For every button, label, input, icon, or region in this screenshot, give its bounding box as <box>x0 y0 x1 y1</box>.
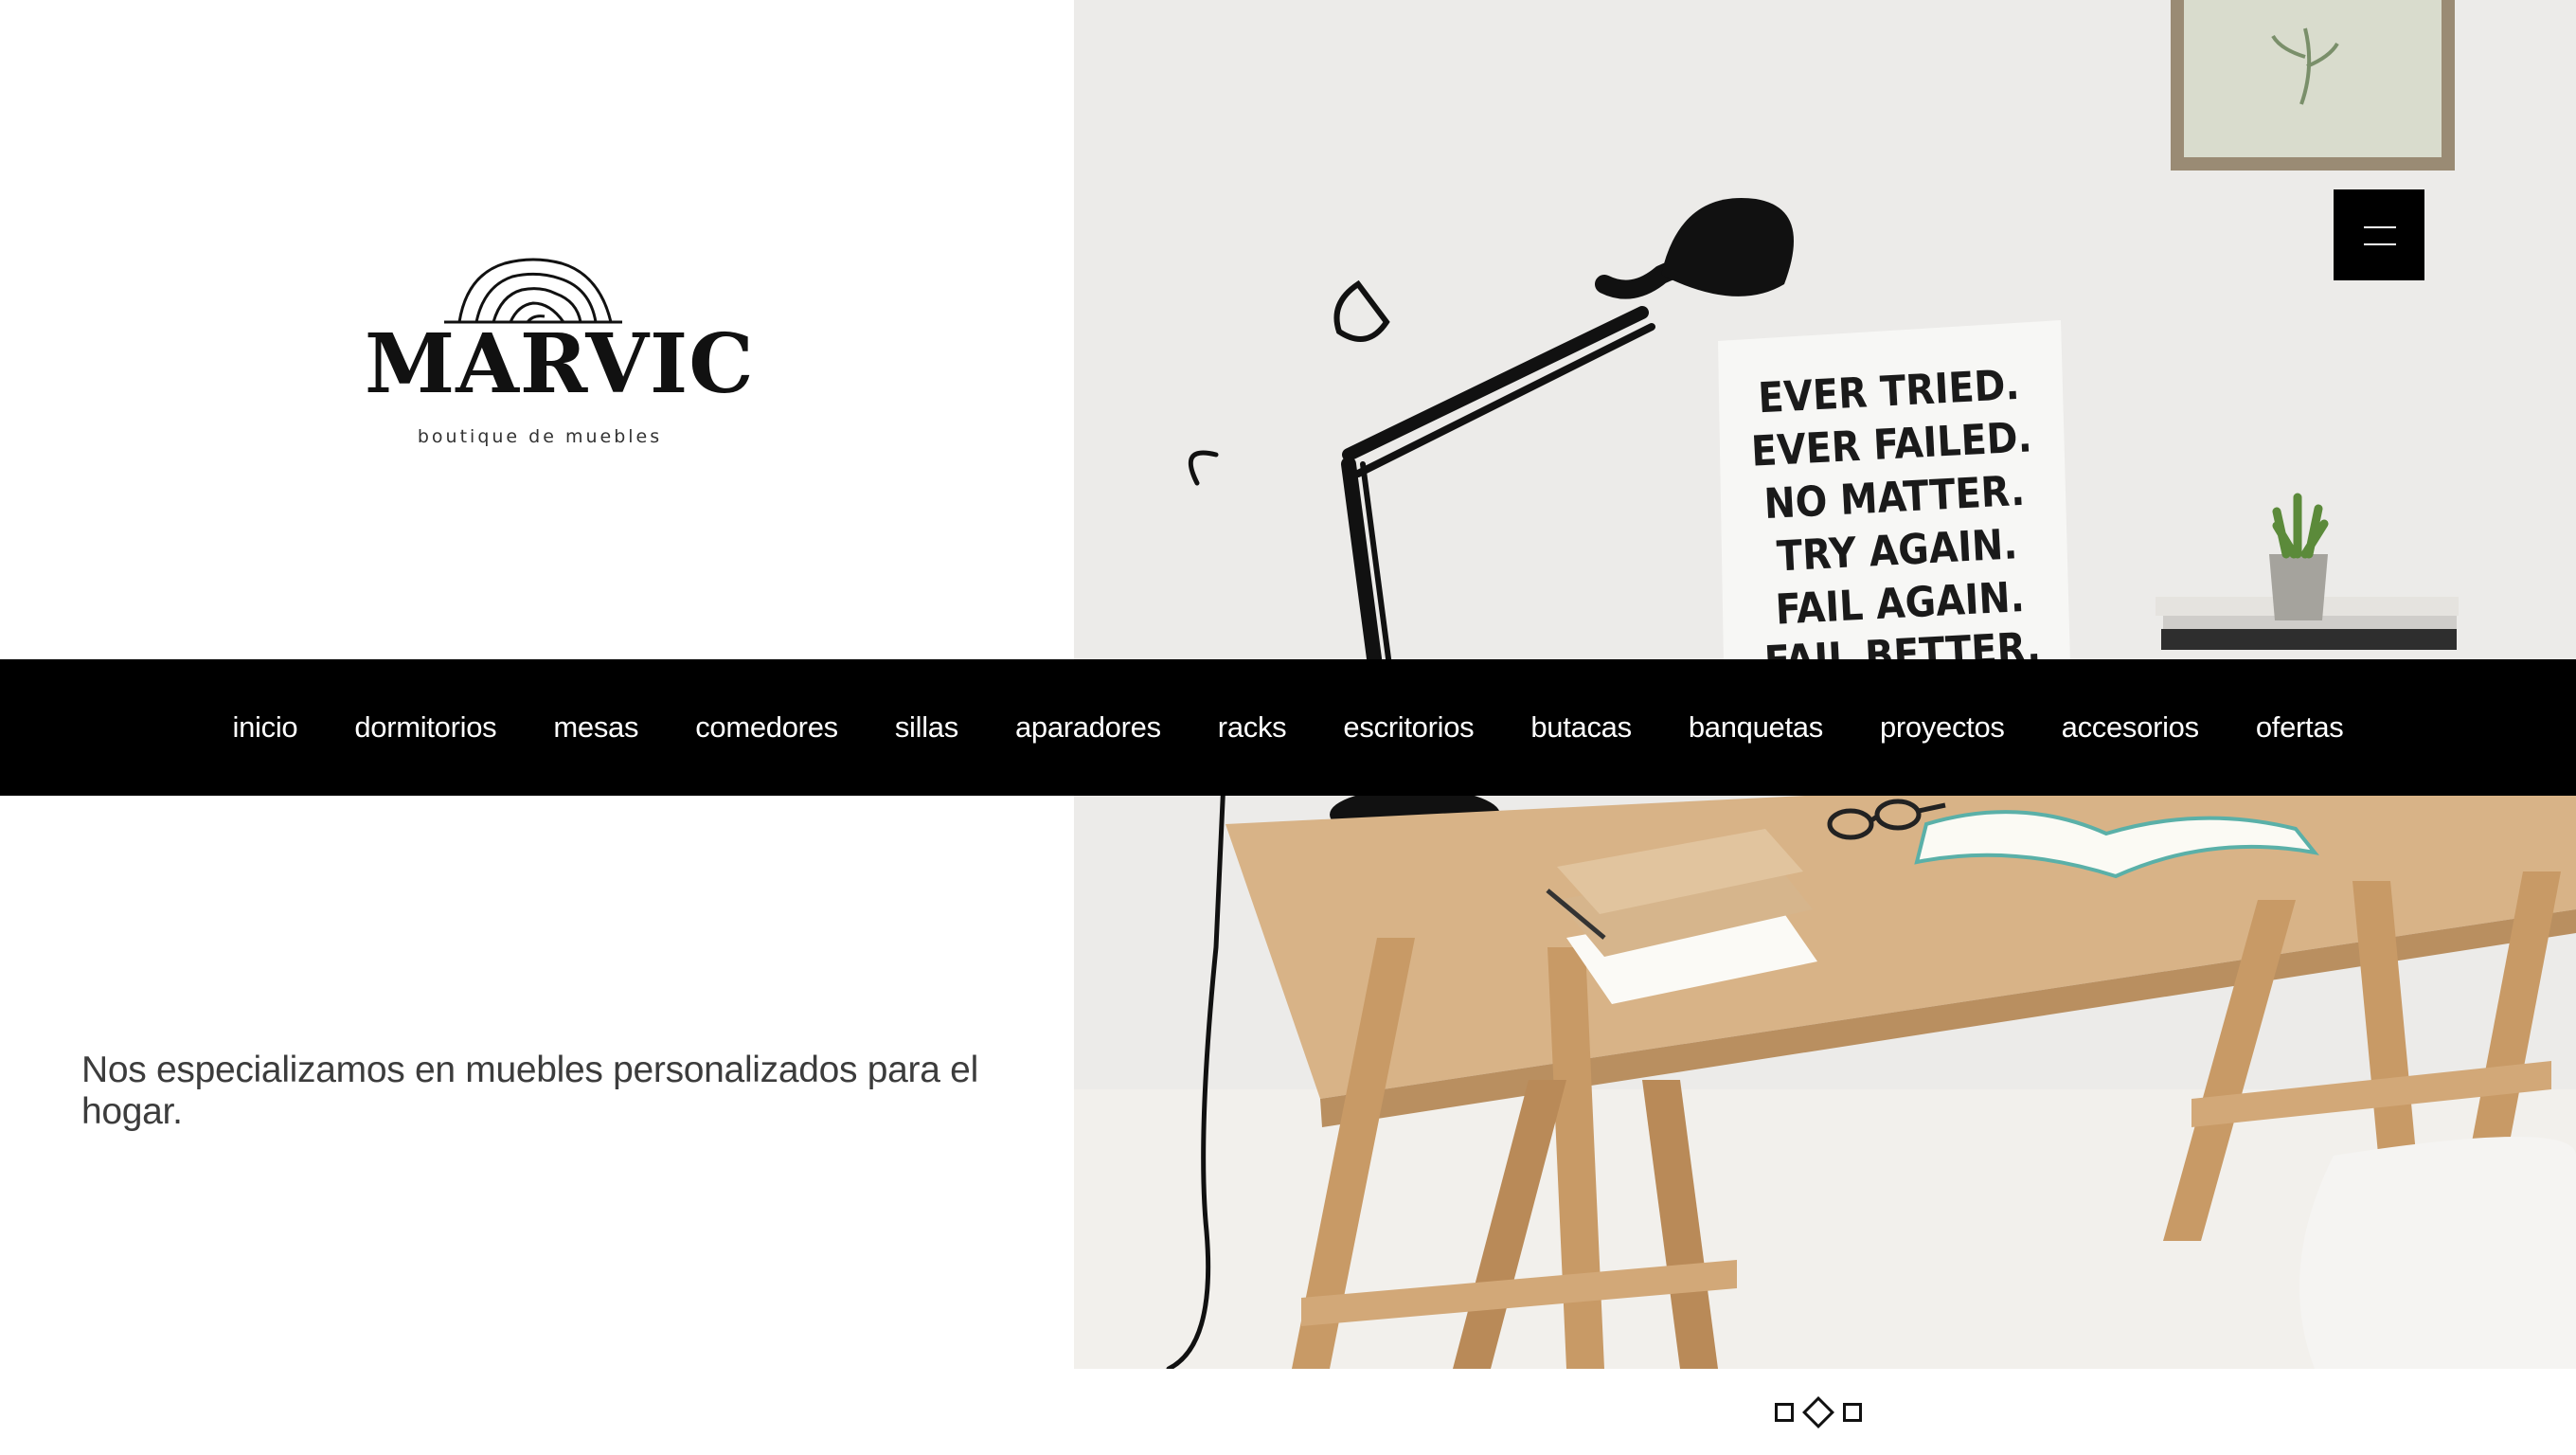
nav-item-inicio[interactable]: inicio <box>233 710 298 745</box>
nav-item-comedores[interactable]: comedores <box>695 710 838 745</box>
nav-item-aparadores[interactable]: aparadores <box>1015 710 1161 745</box>
slider-dot-active[interactable] <box>1802 1396 1834 1428</box>
nav-item-sillas[interactable]: sillas <box>895 710 958 745</box>
brand-logo[interactable]: MARVIC boutique de muebles <box>365 256 755 455</box>
slider-dot[interactable] <box>1843 1403 1862 1422</box>
main-nav: inicio dormitorios mesas comedores silla… <box>0 659 2576 796</box>
nav-item-dormitorios[interactable]: dormitorios <box>354 710 496 745</box>
hamburger-icon <box>2364 226 2396 228</box>
nav-item-escritorios[interactable]: escritorios <box>1343 710 1474 745</box>
nav-item-accesorios[interactable]: accesorios <box>2062 710 2199 745</box>
chair <box>2299 1137 2576 1369</box>
nav-item-racks[interactable]: racks <box>1218 710 1287 745</box>
brand-name: MARVIC <box>365 316 755 412</box>
nav-item-ofertas[interactable]: ofertas <box>2256 710 2344 745</box>
brand-subtitle: boutique de muebles <box>417 426 663 447</box>
nav-item-proyectos[interactable]: proyectos <box>1880 710 2005 745</box>
slider-dot[interactable] <box>1775 1403 1794 1422</box>
hamburger-icon <box>2364 243 2396 245</box>
nav-item-banquetas[interactable]: banquetas <box>1689 710 1823 745</box>
nav-item-butacas[interactable]: butacas <box>1530 710 1632 745</box>
hero-tagline: Nos especializamos en muebles personaliz… <box>81 1050 978 1132</box>
slider-dots <box>1775 1396 1862 1428</box>
wall-frame <box>2171 0 2455 171</box>
poster: EVER TRIED. EVER FAILED. NO MATTER. TRY … <box>1718 320 2070 686</box>
menu-button[interactable] <box>2334 189 2424 280</box>
tree-rings-icon <box>444 258 622 324</box>
nav-item-mesas[interactable]: mesas <box>553 710 638 745</box>
